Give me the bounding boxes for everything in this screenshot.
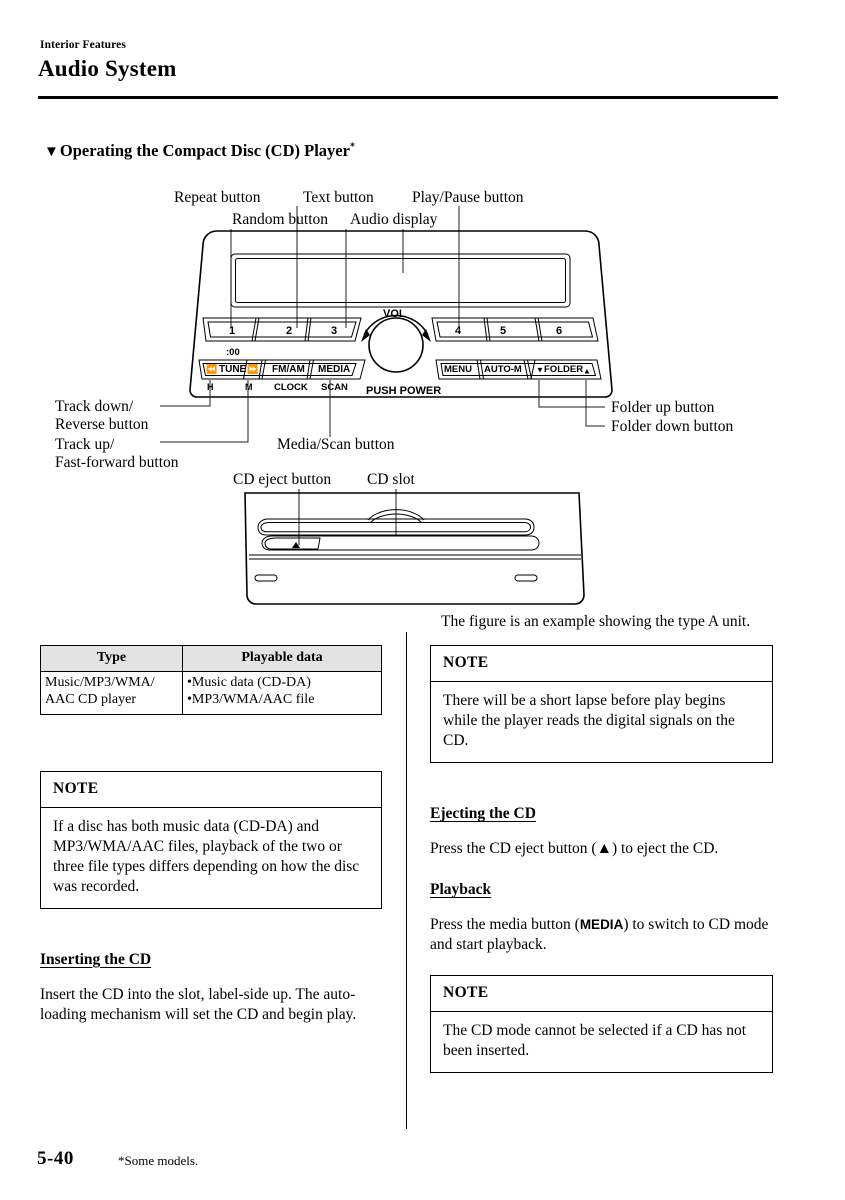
tune-label: TUNE [219, 364, 247, 375]
eject-icon: ▲ [596, 839, 612, 857]
folder-label: FOLDER [544, 364, 583, 375]
header-category: Interior Features [40, 39, 126, 51]
table-header-type: Type [40, 645, 183, 672]
tune-prev-icon: ⏪ [206, 363, 217, 374]
heading-ejecting-the-cd: Ejecting the CD [430, 804, 536, 822]
scan-label: SCAN [321, 382, 348, 393]
type-line-2: AAC CD player [45, 691, 136, 707]
note-body: The CD mode cannot be selected if a CD h… [443, 1021, 747, 1059]
cd-player-figure: .ln{stroke:#000;stroke-width:1;fill:none… [0, 175, 845, 620]
note-body: If a disc has both music data (CD-DA) an… [53, 817, 360, 895]
minute-label: M [245, 382, 253, 392]
callout-track-up-line2: Fast-forward button [55, 454, 179, 471]
callout-track-down-line1: Track down/ [55, 398, 134, 415]
heading-inserting-the-cd: Inserting the CD [40, 950, 152, 968]
clock-minutes-label: :00 [226, 347, 240, 358]
callout-track-up-line1: Track up/ [55, 436, 115, 453]
preset-3-label: 3 [331, 325, 337, 337]
callout-track-down-line2: Reverse button [55, 416, 149, 433]
paragraph-playback: Press the media button (MEDIA) to switch… [430, 915, 773, 955]
playable-line-1: •Music data (CD-DA) [187, 675, 311, 690]
callout-random-button: Random button [232, 211, 328, 228]
callout-audio-display: Audio display [350, 211, 438, 228]
header-rule [38, 96, 778, 99]
vol-label: VOL [383, 308, 406, 320]
callout-play-pause-button: Play/Pause button [412, 189, 524, 206]
note-box-disc-mixed: NOTE If a disc has both music data (CD-D… [40, 770, 382, 909]
table-header-playable-data: Playable data [182, 645, 382, 672]
manual-page: Interior Features Audio System ▼ Operatin… [0, 0, 845, 1200]
tune-next-icon: ⏩ [247, 363, 258, 374]
note-box-short-lapse: NOTE There will be a short lapse before … [430, 645, 773, 763]
eject-text-after: ) to eject the CD. [611, 839, 719, 857]
paragraph-ejecting-the-cd: Press the CD eject button (▲) to eject t… [430, 839, 773, 859]
playable-line-2: •MP3/WMA/AAC file [187, 691, 315, 707]
callout-text-button: Text button [303, 189, 374, 206]
fm-am-label: FM/AM [272, 364, 305, 375]
table-row: Music/MP3/WMA/ AAC CD player •Music data… [40, 671, 382, 715]
note-title: NOTE [431, 646, 772, 682]
left-column: Type Playable data Music/MP3/WMA/ AAC CD… [40, 645, 382, 1025]
preset-1-label: 1 [229, 325, 235, 337]
preset-2-label: 2 [286, 325, 292, 337]
callout-folder-up-button: Folder up button [611, 399, 715, 416]
page-title: Audio System [38, 56, 177, 81]
triangle-bullet-icon: ▼ [44, 144, 59, 160]
media-label: MEDIA [318, 364, 350, 375]
eject-text-before: Press the CD eject button ( [430, 839, 597, 857]
right-column: NOTE There will be a short lapse before … [430, 645, 773, 1073]
section-heading: ▼ Operating the Compact Disc (CD) Player* [44, 141, 355, 161]
section-heading-asterisk: * [349, 141, 355, 153]
table-cell-type: Music/MP3/WMA/ AAC CD player [40, 671, 183, 715]
clock-label: CLOCK [274, 382, 308, 393]
folder-up-icon: ▲ [583, 367, 591, 376]
page-number: 5-40 [37, 1148, 74, 1169]
callout-cd-eject-button: CD eject button [233, 471, 331, 488]
preset-6-label: 6 [556, 325, 562, 337]
media-button-name: MEDIA [579, 916, 624, 932]
footnote-some-models: *Some models. [118, 1153, 199, 1168]
table-header-row: Type Playable data [40, 645, 382, 672]
menu-label: MENU [444, 364, 472, 375]
table-cell-playable-data: •Music data (CD-DA) •MP3/WMA/AAC file [182, 671, 382, 715]
push-power-label: PUSH POWER [366, 385, 441, 397]
preset-4-label: 4 [455, 325, 462, 337]
playback-text-before: Press the media button ( [430, 915, 580, 933]
playable-data-table: Type Playable data Music/MP3/WMA/ AAC CD… [40, 645, 382, 715]
folder-down-icon: ▼ [536, 366, 544, 375]
column-divider [406, 632, 407, 1129]
heading-playback: Playback [430, 880, 492, 898]
figure-caption: The figure is an example showing the typ… [441, 613, 751, 630]
paragraph-inserting-the-cd: Insert the CD into the slot, label-side … [40, 985, 357, 1023]
auto-m-label: AUTO-M [484, 364, 522, 375]
callout-media-scan-button: Media/Scan button [277, 436, 395, 453]
note-title: NOTE [41, 772, 381, 808]
note-title: NOTE [431, 976, 772, 1012]
preset-5-label: 5 [500, 325, 506, 337]
callout-folder-down-button: Folder down button [611, 418, 734, 435]
section-heading-text: Operating the Compact Disc (CD) Player [59, 141, 350, 160]
note-body: There will be a short lapse before play … [443, 692, 735, 749]
note-box-cd-mode: NOTE The CD mode cannot be selected if a… [430, 974, 773, 1073]
type-line-1: Music/MP3/WMA/ [45, 675, 155, 690]
callout-cd-slot: CD slot [367, 471, 415, 488]
callout-repeat-button: Repeat button [174, 189, 261, 206]
